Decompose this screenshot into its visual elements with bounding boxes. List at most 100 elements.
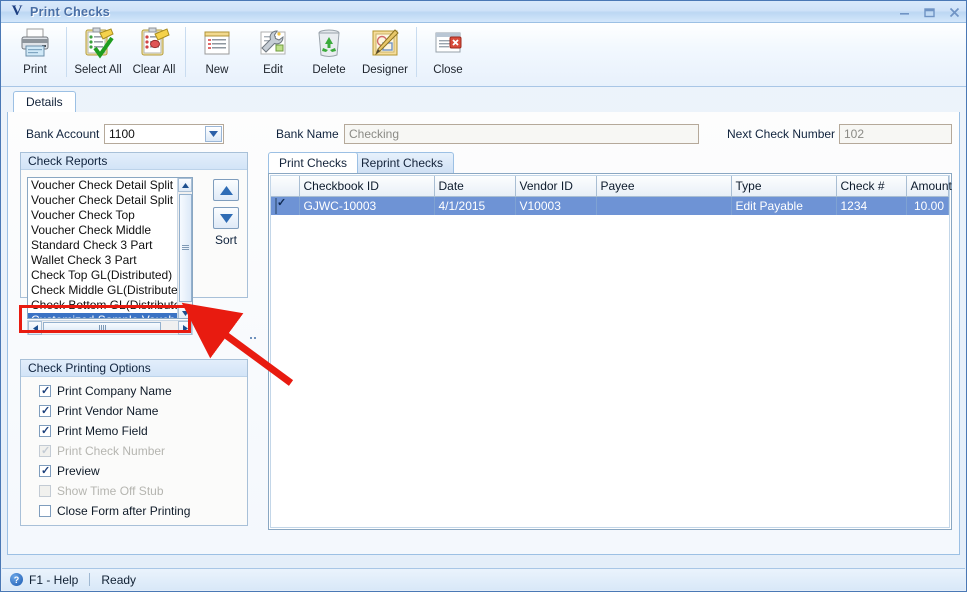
check-reports-list: Voucher Check Detail Split MiddleVoucher… — [28, 178, 192, 318]
chevron-down-icon[interactable] — [205, 126, 222, 142]
scroll-right-icon[interactable] — [178, 321, 192, 335]
checks-grid: Checkbook ID Date Vendor ID Payee Type C… — [271, 176, 952, 215]
option-row[interactable]: ✓ Print Company Name — [21, 381, 247, 401]
bank-account-combo[interactable]: 1100 — [104, 124, 224, 144]
list-item[interactable]: Standard Check 3 Part — [28, 238, 192, 253]
list-item[interactable]: Check Top GL(Distributed) — [28, 268, 192, 283]
option-row[interactable]: Close Form after Printing — [21, 501, 247, 521]
toolbar-button-delete[interactable]: Delete — [301, 23, 357, 85]
list-item[interactable]: Check Middle GL(Distributed) — [28, 283, 192, 298]
cell-type: Edit Payable — [731, 196, 837, 215]
sort-down-button[interactable] — [213, 207, 239, 229]
option-row[interactable]: ✓ Print Vendor Name — [21, 401, 247, 421]
next-check-number-input[interactable]: 102 — [839, 124, 952, 144]
cell-vendor-id: V10003 — [515, 196, 597, 215]
toolbar-button-new[interactable]: New — [189, 23, 245, 85]
toolbar-label: Close — [433, 64, 463, 76]
option-label: Print Vendor Name — [57, 404, 159, 418]
details-panel: Bank Account 1100 Bank Name Checking Nex… — [7, 112, 960, 555]
option-checkbox[interactable]: ✓ — [39, 405, 51, 417]
close-icon[interactable] — [947, 5, 962, 20]
tab-details[interactable]: Details — [13, 91, 76, 113]
help-text[interactable]: F1 - Help — [29, 573, 78, 587]
toolbar-separator — [66, 27, 67, 77]
row-checkbox[interactable]: ✓ — [275, 197, 286, 214]
toolbar-button-designer[interactable]: Designer — [357, 23, 413, 85]
list-item[interactable]: Voucher Check Detail Split Bottom — [28, 193, 192, 208]
toolbar-label: Print — [23, 64, 47, 76]
option-checkbox[interactable]: ✓ — [39, 465, 51, 477]
listbox-vertical-scrollbar[interactable] — [177, 178, 192, 318]
bank-name-input[interactable]: Checking — [344, 124, 699, 144]
toolbar-button-print[interactable]: Print — [7, 23, 63, 85]
option-row: ✓ Print Check Number — [21, 441, 247, 461]
horizontal-scroll-thumb[interactable] — [43, 322, 161, 333]
table-row[interactable]: ✓ GJWC-10003 4/1/2015 V10003 Edit Payabl… — [271, 196, 949, 215]
grid-header-date[interactable]: Date — [434, 176, 516, 197]
grid-header-select[interactable] — [271, 176, 300, 197]
app-logo-icon: V — [11, 3, 23, 19]
grid-header-checkbook-id[interactable]: Checkbook ID — [299, 176, 435, 197]
bank-account-value: 1100 — [109, 127, 135, 141]
minimize-icon[interactable] — [897, 5, 912, 20]
option-label: Print Company Name — [57, 384, 172, 398]
option-checkbox[interactable] — [39, 505, 51, 517]
panel-splitter[interactable] — [248, 136, 258, 540]
list-item[interactable]: Wallet Check 3 Part — [28, 253, 192, 268]
toolbar-separator — [416, 27, 417, 77]
option-label: Print Memo Field — [57, 424, 148, 438]
option-row: Show Time Off Stub — [21, 481, 247, 501]
new-document-icon — [200, 26, 234, 60]
grid-header-payee[interactable]: Payee — [596, 176, 732, 197]
option-checkbox: ✓ — [39, 445, 51, 457]
grid-header-amount[interactable]: Amount — [906, 176, 952, 197]
bank-account-label: Bank Account — [26, 127, 100, 141]
list-item[interactable]: Customized Sample Voucher Detail — [28, 313, 192, 318]
scroll-left-icon[interactable] — [28, 321, 42, 335]
toolbar-button-select-all[interactable]: Select All — [70, 23, 126, 85]
check-reports-listbox[interactable]: Voucher Check Detail Split MiddleVoucher… — [27, 177, 193, 319]
row-select-cell[interactable]: ✓ — [271, 196, 300, 215]
list-item[interactable]: Check Bottom GL(Distributed) — [28, 298, 192, 313]
next-check-number-label: Next Check Number — [727, 127, 836, 141]
check-printing-options-group: Check Printing Options ✓ Print Company Na… — [20, 359, 248, 526]
cell-amount: 10.00 — [906, 196, 949, 215]
option-checkbox[interactable]: ✓ — [39, 425, 51, 437]
list-item[interactable]: Voucher Check Top — [28, 208, 192, 223]
option-row[interactable]: ✓ Print Memo Field — [21, 421, 247, 441]
scroll-up-icon[interactable] — [178, 178, 192, 192]
sort-up-button[interactable] — [213, 179, 239, 201]
vertical-scroll-thumb[interactable] — [179, 194, 192, 302]
scroll-down-icon[interactable] — [178, 306, 192, 318]
help-icon[interactable]: ? — [10, 573, 23, 586]
status-state: Ready — [101, 572, 137, 587]
tab-print-checks[interactable]: Print Checks — [268, 152, 359, 173]
grid-header-row: Checkbook ID Date Vendor ID Payee Type C… — [271, 176, 952, 197]
option-row[interactable]: ✓ Preview — [21, 461, 247, 481]
tab-reprint-checks[interactable]: Reprint Checks — [350, 152, 455, 173]
toolbar-label: Clear All — [132, 64, 176, 76]
grid-header-check-number[interactable]: Check # — [836, 176, 907, 197]
bank-account-field: Bank Account 1100 — [26, 124, 224, 144]
list-item[interactable]: Voucher Check Detail Split Middle — [28, 178, 192, 193]
listbox-horizontal-scrollbar[interactable] — [27, 320, 193, 335]
list-item[interactable]: Voucher Check Middle — [28, 223, 192, 238]
grid-header-vendor-id[interactable]: Vendor ID — [515, 176, 597, 197]
maximize-icon[interactable] — [922, 5, 937, 20]
details-tabstrip: Details — [7, 91, 960, 113]
toolbar-label: Delete — [312, 64, 346, 76]
cell-payee — [596, 196, 732, 215]
main-toolbar: Print Select All Clear All New Edit Dele… — [1, 23, 966, 87]
checks-grid-inner: Checkbook ID Date Vendor ID Payee Type C… — [270, 175, 952, 528]
toolbar-button-edit[interactable]: Edit — [245, 23, 301, 85]
toolbar-button-clear-all[interactable]: Clear All — [126, 23, 182, 85]
designer-pencil-icon — [368, 26, 402, 60]
grid-header-type[interactable]: Type — [731, 176, 837, 197]
clipboard-check-icon — [81, 26, 115, 60]
option-label: Preview — [57, 464, 100, 478]
wrench-icon — [256, 26, 290, 60]
toolbar-label: Edit — [263, 64, 283, 76]
option-checkbox[interactable]: ✓ — [39, 385, 51, 397]
sort-label: Sort — [214, 233, 237, 247]
toolbar-button-close[interactable]: Close — [420, 23, 476, 85]
